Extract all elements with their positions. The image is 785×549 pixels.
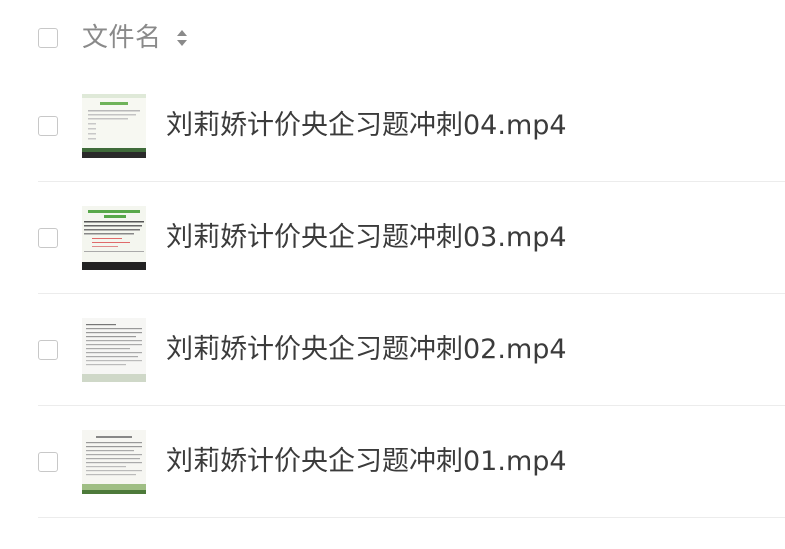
- file-name[interactable]: 刘莉娇计价央企习题冲刺03.mp4: [166, 220, 567, 256]
- file-row[interactable]: 刘莉娇计价央企习题冲刺03.mp4: [0, 182, 785, 294]
- file-row[interactable]: 刘莉娇计价央企习题冲刺01.mp4: [0, 406, 785, 518]
- file-row[interactable]: 刘莉娇计价央企习题冲刺04.mp4: [0, 70, 785, 182]
- video-thumbnail[interactable]: [82, 430, 146, 494]
- select-all-checkbox[interactable]: [38, 28, 58, 48]
- video-thumbnail[interactable]: [82, 94, 146, 158]
- file-checkbox[interactable]: [38, 340, 58, 360]
- file-name[interactable]: 刘莉娇计价央企习题冲刺04.mp4: [166, 108, 567, 144]
- file-checkbox[interactable]: [38, 116, 58, 136]
- video-thumbnail[interactable]: [82, 318, 146, 382]
- file-row[interactable]: 刘莉娇计价央企习题冲刺02.mp4: [0, 294, 785, 406]
- sort-icon[interactable]: [175, 28, 189, 48]
- file-name[interactable]: 刘莉娇计价央企习题冲刺02.mp4: [166, 332, 567, 368]
- file-name[interactable]: 刘莉娇计价央企习题冲刺01.mp4: [166, 444, 567, 480]
- column-header-filename[interactable]: 文件名: [82, 22, 162, 54]
- video-thumbnail[interactable]: [82, 206, 146, 270]
- row-divider: [38, 517, 785, 518]
- file-checkbox[interactable]: [38, 452, 58, 472]
- file-checkbox[interactable]: [38, 228, 58, 248]
- file-list-header: 文件名: [0, 0, 785, 78]
